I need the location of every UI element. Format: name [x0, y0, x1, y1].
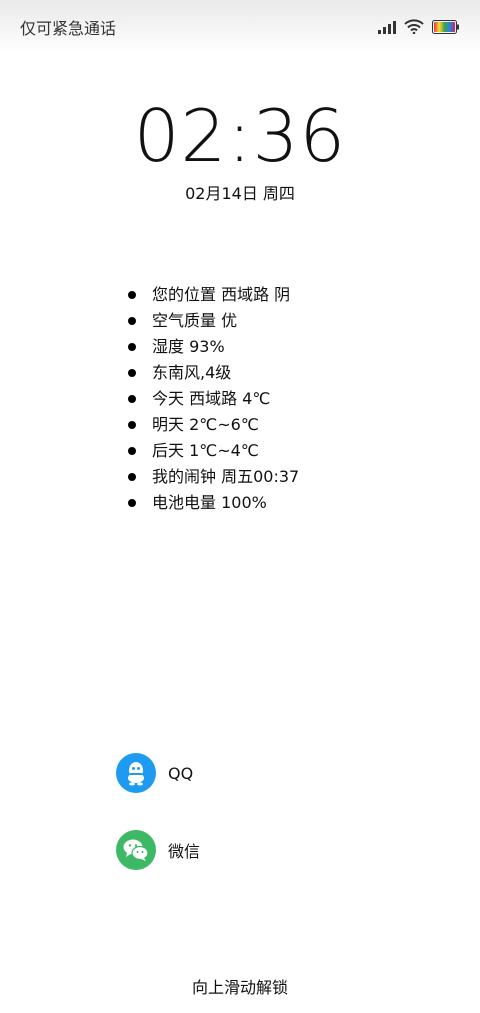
clock-date: 02月14日 周四: [185, 184, 295, 203]
status-icons: [378, 18, 460, 34]
swipe-unlock-hint[interactable]: 向上滑动解锁: [0, 974, 480, 998]
emergency-call-status: 仅可紧急通话: [20, 19, 117, 38]
clock-time: 02:36: [133, 94, 347, 178]
battery-icon: [432, 20, 460, 34]
qq-label: QQ: [168, 763, 194, 783]
info-day-after-weather: 后天 1℃~4℃: [126, 438, 446, 464]
info-wind: 东南风,4级: [126, 360, 446, 386]
app-shortcut-wechat[interactable]: 微信: [116, 830, 200, 870]
wifi-icon: [404, 19, 424, 34]
info-humidity: 湿度 93%: [126, 334, 446, 360]
wechat-label: 微信: [168, 842, 201, 861]
qq-icon: [116, 753, 156, 793]
info-alarm: 我的闹钟 周五00:37: [126, 464, 446, 490]
wechat-icon: [116, 830, 156, 870]
info-list: 您的位置 西域路 阴 空气质量 优 湿度 93% 东南风,4级 今天 西域路 4…: [126, 282, 446, 516]
status-bar: 仅可紧急通话: [0, 0, 480, 52]
signal-icon: [378, 20, 396, 34]
info-air-quality: 空气质量 优: [126, 308, 446, 334]
lock-screen: 仅可紧急通话 02:36 02月14日 周四 您的位置 西域路 阴 空气质量 优…: [0, 0, 480, 1013]
info-battery: 电池电量 100%: [126, 490, 446, 516]
app-shortcut-qq[interactable]: QQ: [116, 753, 193, 793]
info-today-weather: 今天 西域路 4℃: [126, 386, 446, 412]
info-location: 您的位置 西域路 阴: [126, 282, 446, 308]
info-tomorrow-weather: 明天 2℃~6℃: [126, 412, 446, 438]
